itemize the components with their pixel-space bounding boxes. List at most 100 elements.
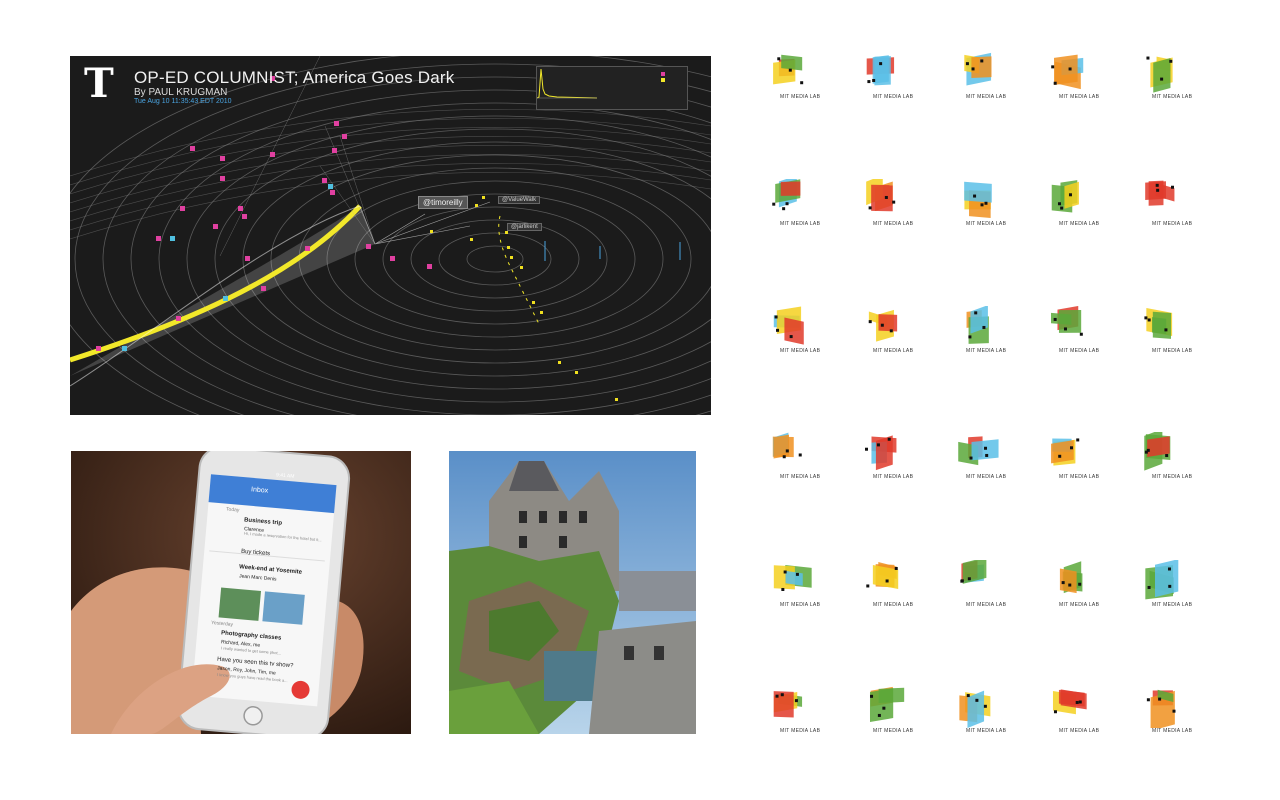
tweet-stream-line xyxy=(70,204,362,363)
mit-media-lab-logo: MIT MEDIA LAB xyxy=(1142,560,1202,620)
logo-mark xyxy=(773,691,803,718)
logo-mark xyxy=(1051,180,1079,213)
orbit-ring xyxy=(410,219,580,299)
logo-shape xyxy=(773,434,790,459)
logo-shape xyxy=(878,687,905,704)
logo-pixel xyxy=(1051,65,1055,69)
logo-pixel xyxy=(1078,700,1082,704)
logo-pixel xyxy=(1146,56,1150,60)
logo-mark xyxy=(1051,438,1080,466)
logo-pixel xyxy=(1147,585,1151,589)
logo-label: MIT MEDIA LAB xyxy=(873,474,914,480)
tweet-dot xyxy=(176,316,181,321)
logo-mark xyxy=(1051,54,1084,90)
logo-label: MIT MEDIA LAB xyxy=(1059,348,1100,354)
logo-label: MIT MEDIA LAB xyxy=(1152,221,1193,227)
logo-pixel xyxy=(775,694,779,698)
logo-pixel xyxy=(1079,332,1083,336)
logo-label: MIT MEDIA LAB xyxy=(1152,474,1193,480)
tweet-dot xyxy=(334,121,339,126)
logo-pixel xyxy=(982,325,986,329)
logo-pixel xyxy=(774,315,778,319)
logo-pixel xyxy=(870,694,874,698)
orbit-ring xyxy=(186,115,711,403)
logo-pixel xyxy=(984,446,988,450)
logo-pixel xyxy=(783,570,787,574)
orbit-ring xyxy=(466,245,524,273)
logo-pixel xyxy=(1172,709,1176,713)
mit-media-lab-logo: MIT MEDIA LAB xyxy=(956,560,1016,620)
logo-pixel xyxy=(1053,317,1057,321)
mit-media-lab-logo: MIT MEDIA LAB xyxy=(1049,560,1109,620)
mit-media-lab-logo: MIT MEDIA LAB xyxy=(770,560,830,620)
user-tag-second[interactable]: @ValueWalk xyxy=(498,196,541,204)
logo-label: MIT MEDIA LAB xyxy=(1152,94,1193,100)
logo-pixel xyxy=(782,207,786,211)
logo-pixel xyxy=(985,453,989,457)
logo-pixel xyxy=(867,80,871,84)
background-arc xyxy=(70,109,711,177)
logo-pixel xyxy=(966,694,970,698)
logo-pixel xyxy=(794,699,798,703)
logo-mark xyxy=(866,562,899,589)
user-tag-third[interactable]: @jarlikent xyxy=(507,223,542,231)
logo-mark xyxy=(865,435,897,471)
logo-pixel xyxy=(975,698,979,702)
tweet-dot xyxy=(180,206,185,211)
logo-shape xyxy=(781,54,803,71)
logo-pixel xyxy=(780,693,784,697)
mit-media-lab-logo: MIT MEDIA LAB xyxy=(863,432,923,492)
logo-mark xyxy=(1145,560,1179,600)
logo-shape xyxy=(871,184,893,212)
logo-shape xyxy=(780,181,801,196)
mit-media-lab-logo: MIT MEDIA LAB xyxy=(770,686,830,746)
mit-media-lab-logo: MIT MEDIA LAB xyxy=(770,306,830,366)
mit-media-lab-logo: MIT MEDIA LAB xyxy=(1142,306,1202,366)
logo-label: MIT MEDIA LAB xyxy=(780,348,821,354)
logo-shape xyxy=(1153,58,1171,93)
logo-pixel xyxy=(879,62,883,66)
logo-label: MIT MEDIA LAB xyxy=(966,602,1007,608)
logo-label: MIT MEDIA LAB xyxy=(1059,474,1100,480)
logo-pixel xyxy=(868,206,872,210)
tweet-dot xyxy=(475,204,478,207)
logo-pixel xyxy=(1165,454,1169,458)
tweet-dot xyxy=(366,244,371,249)
mit-media-lab-logo: MIT MEDIA LAB xyxy=(1142,432,1202,492)
logo-mark xyxy=(1146,689,1176,728)
mit-media-lab-logo: MIT MEDIA LAB xyxy=(770,179,830,239)
logo-pixel xyxy=(971,67,975,71)
logo-pixel xyxy=(885,579,889,583)
tweet-dot xyxy=(328,184,333,189)
logo-pixel xyxy=(884,195,888,199)
mit-media-lab-logo: MIT MEDIA LAB xyxy=(1049,52,1109,112)
tweet-dot xyxy=(540,311,543,314)
tweet-dot xyxy=(213,224,218,229)
logo-pixel xyxy=(777,57,781,61)
logo-label: MIT MEDIA LAB xyxy=(1152,348,1193,354)
phone-inbox-photo: Inbox 9:41 AM Today Business trip Claren… xyxy=(71,451,411,734)
user-tag-main[interactable]: @timoreilly xyxy=(418,196,468,209)
background-arc xyxy=(70,136,711,204)
nyt-conversation-visualization: T OP-ED COLUMNIST; America Goes Dark By … xyxy=(70,56,711,415)
logo-mark xyxy=(869,686,905,722)
tweet-dot xyxy=(615,398,618,401)
logo-label: MIT MEDIA LAB xyxy=(780,474,821,480)
tweet-dot xyxy=(520,266,523,269)
logo-label: MIT MEDIA LAB xyxy=(780,602,821,608)
logo-shape xyxy=(784,317,804,345)
logo-mark xyxy=(1144,432,1171,471)
logo-pixel xyxy=(1070,446,1074,450)
logo-pixel xyxy=(894,566,898,570)
tweet-dot xyxy=(242,214,247,219)
mit-media-lab-logo: MIT MEDIA LAB xyxy=(1049,432,1109,492)
logo-pixel xyxy=(1053,710,1057,714)
tweet-dot xyxy=(96,346,101,351)
mit-media-lab-logo: MIT MEDIA LAB xyxy=(770,432,830,492)
logo-pixel xyxy=(1168,584,1172,588)
orbit-ring xyxy=(326,180,664,338)
phone-photo-canvas xyxy=(71,451,411,734)
logo-pixel xyxy=(969,456,973,460)
tweet-dot xyxy=(482,196,485,199)
orbit-ring xyxy=(158,102,711,415)
